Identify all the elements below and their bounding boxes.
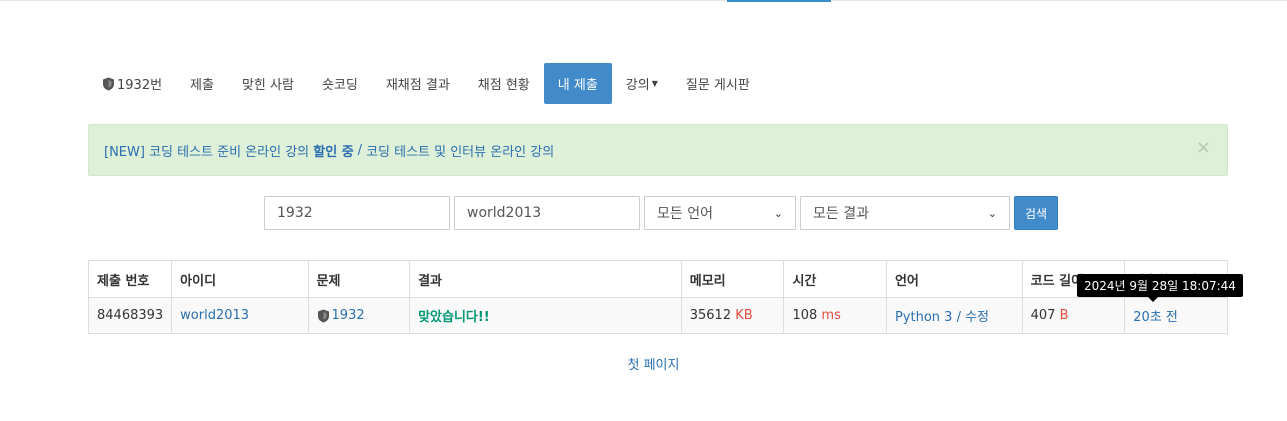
- result-accepted: 맞았습니다!!: [418, 310, 490, 325]
- pagination: 첫 페이지: [0, 354, 1287, 373]
- tab-problem[interactable]: 1932번: [88, 63, 176, 104]
- language-select[interactable]: 모든 언어 ⌄: [644, 196, 796, 230]
- promo-link-text: [NEW] 코딩 테스트 준비 온라인 강의: [104, 144, 310, 160]
- cell-submitted-time: 20초 전: [1124, 297, 1228, 334]
- col-submission-id: 제출 번호: [87, 260, 173, 298]
- language-link[interactable]: Python 3: [895, 310, 952, 325]
- col-result: 결과: [409, 260, 682, 298]
- user-link[interactable]: world2013: [180, 308, 249, 323]
- code-length-unit: B: [1059, 308, 1069, 323]
- promo-link-interview[interactable]: 코딩 테스트 및 인터뷰 온라인 강의: [366, 141, 554, 160]
- tab-lectures[interactable]: 강의 ▼: [612, 63, 672, 104]
- first-page-link[interactable]: 첫 페이지: [628, 358, 680, 373]
- tab-submit-label: 제출: [190, 78, 214, 93]
- col-time: 시간: [783, 260, 887, 298]
- tab-judge-status[interactable]: 채점 현황: [464, 63, 544, 104]
- cell-problem: 1932: [307, 297, 411, 334]
- time-unit: ms: [821, 308, 841, 323]
- promo-link-course[interactable]: [NEW] 코딩 테스트 준비 온라인 강의 할인 중: [104, 141, 354, 160]
- memory-value: 35612: [689, 308, 732, 323]
- shield-icon: [103, 77, 114, 90]
- problem-link[interactable]: 1932: [332, 308, 365, 323]
- tab-judge-status-label: 채점 현황: [477, 78, 530, 93]
- cell-code-length: 407 B: [1021, 297, 1126, 334]
- time-value: 108: [792, 308, 818, 323]
- promo-alert: [NEW] 코딩 테스트 준비 온라인 강의 할인 중 / 코딩 테스트 및 인…: [88, 124, 1228, 176]
- cell-memory: 35612 KB: [680, 297, 785, 334]
- tab-short-coding-label: 숏코딩: [321, 78, 358, 93]
- code-length-value: 407: [1030, 308, 1056, 323]
- table-row: 84468393 world2013 1932 맞았습니다!! 35612 KB…: [87, 297, 1228, 334]
- close-icon[interactable]: ×: [1196, 139, 1211, 157]
- tab-submit[interactable]: 제출: [176, 63, 228, 104]
- tab-short-coding[interactable]: 숏코딩: [308, 63, 372, 104]
- tooltip-arrow: [1148, 297, 1158, 302]
- tab-my-submissions-label: 내 제출: [557, 78, 598, 93]
- caret-down-icon: ▼: [651, 79, 658, 88]
- problem-nav: 1932번 제출 맞힌 사람 숏코딩 재채점 결과 채점 현황 내 제출 강의 …: [88, 63, 764, 104]
- cell-submission-id: 84468393: [87, 297, 173, 334]
- chevron-down-icon: ⌄: [773, 206, 783, 220]
- user-id-input[interactable]: world2013: [454, 196, 640, 230]
- submission-search-form: 1932 world2013 모든 언어 ⌄ 모든 결과 ⌄ 검색: [264, 196, 1058, 230]
- submitted-time-link[interactable]: 20초 전: [1133, 310, 1178, 325]
- submitted-time-tooltip: 2024년 9월 28일 18:07:44: [1077, 274, 1243, 297]
- shield-icon: [317, 309, 329, 322]
- tab-rejudge-results[interactable]: 재채점 결과: [372, 63, 464, 104]
- problem-id-input[interactable]: 1932: [264, 196, 450, 230]
- cell-user: world2013: [171, 297, 309, 334]
- promo-highlight: 할인 중: [313, 144, 354, 160]
- cell-time: 108 ms: [783, 297, 887, 334]
- table-header-row: 제출 번호 아이디 문제 결과 메모리 시간 언어 코드 길이 제출한 시간: [87, 260, 1228, 298]
- tab-lectures-label: 강의: [625, 78, 650, 93]
- col-problem: 문제: [307, 260, 411, 298]
- tab-qna-board-label: 질문 게시판: [685, 78, 750, 93]
- cell-language: Python 3 / 수정: [885, 297, 1023, 334]
- tab-my-submissions[interactable]: 내 제출: [543, 63, 612, 104]
- tab-problem-label: 1932번: [117, 78, 163, 93]
- col-user: 아이디: [171, 260, 309, 298]
- tab-rejudge-results-label: 재채점 결과: [385, 78, 450, 93]
- language-select-value: 모든 언어: [657, 206, 713, 222]
- tab-solved-users[interactable]: 맞힌 사람: [228, 63, 308, 104]
- promo-separator: /: [357, 142, 363, 158]
- result-select[interactable]: 모든 결과 ⌄: [800, 196, 1010, 230]
- result-select-value: 모든 결과: [813, 206, 869, 222]
- top-divider: [0, 0, 1287, 1]
- cell-result: 맞았습니다!!: [409, 297, 682, 334]
- search-button[interactable]: 검색: [1014, 196, 1058, 230]
- col-language: 언어: [885, 260, 1023, 298]
- col-memory: 메모리: [680, 260, 785, 298]
- tab-solved-users-label: 맞힌 사람: [241, 78, 294, 93]
- submissions-table: 제출 번호 아이디 문제 결과 메모리 시간 언어 코드 길이 제출한 시간 8…: [87, 260, 1228, 334]
- tab-qna-board[interactable]: 질문 게시판: [672, 63, 764, 104]
- language-separator: /: [956, 310, 961, 325]
- top-active-indicator: [727, 0, 831, 2]
- edit-link[interactable]: 수정: [965, 310, 989, 325]
- memory-unit: KB: [735, 308, 753, 323]
- chevron-down-icon: ⌄: [987, 206, 997, 220]
